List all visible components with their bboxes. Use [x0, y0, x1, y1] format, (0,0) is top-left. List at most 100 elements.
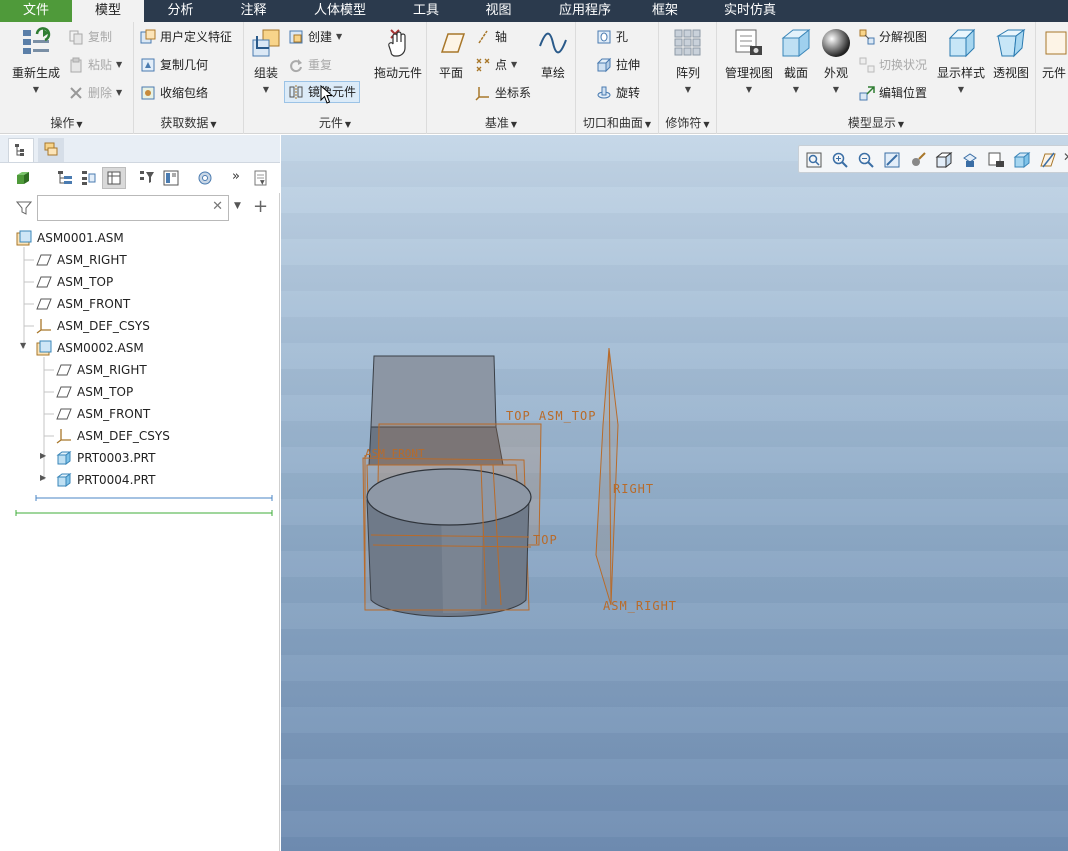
tree-options-icon[interactable]: ▼ [252, 169, 270, 187]
tree-node-sub-asm-front[interactable]: ASM_FRONT [56, 403, 150, 425]
udf-icon [140, 29, 156, 44]
menu-view[interactable]: 视图 [462, 0, 535, 22]
tree-layout-icon[interactable] [162, 169, 180, 187]
expand-arrow-icon[interactable]: ▶ [40, 451, 46, 460]
datum-label-asm-front: ASM_FRONT [365, 447, 425, 460]
shrinkwrap-button[interactable]: 收缩包络 [140, 82, 208, 104]
component-view-icon[interactable] [14, 169, 32, 187]
add-filter-icon[interactable]: + [253, 196, 268, 217]
assemble-button[interactable]: 组装 ▼ [246, 26, 286, 94]
tree-node-asm-top[interactable]: ASM_TOP [36, 271, 113, 293]
sketch-icon [539, 32, 567, 54]
menu-applications[interactable]: 应用程序 [535, 0, 635, 22]
tree-node-sub-asm-right[interactable]: ASM_RIGHT [56, 359, 147, 381]
more-tools-icon[interactable]: » [232, 169, 240, 184]
section-label: 截面 [783, 66, 808, 80]
toggle-state-icon [859, 57, 875, 73]
tree-node-asm0001[interactable]: ASM0001.ASM [16, 227, 124, 249]
group-modifiers-label[interactable]: 修饰符 ▼ [659, 114, 716, 131]
edit-position-button[interactable]: 编辑位置 [859, 82, 927, 104]
tree-columns-button[interactable] [102, 167, 126, 189]
panel-tabs [0, 135, 280, 163]
tree-settings-icon[interactable] [56, 169, 74, 187]
point-icon [476, 58, 490, 72]
menu-annotate[interactable]: 注释 [217, 0, 290, 22]
group-cut-surface-label[interactable]: 切口和曲面 ▼ [576, 114, 658, 131]
drag-components-button[interactable]: 拖动元件 [370, 26, 426, 81]
tree-toolbar: » ▼ [0, 163, 280, 193]
group-model-display: 管理视图 ▼ 截面 ▼ 外观 ▼ 分解视图 切换状况 编辑位置 显示样式 ▼ 透… [717, 22, 1036, 134]
tree-node-prt0003[interactable]: PRT0003.PRT [56, 447, 155, 469]
expand-arrow-icon[interactable]: ▶ [40, 473, 46, 482]
tree-node-asm-right[interactable]: ASM_RIGHT [36, 249, 127, 271]
menu-file[interactable]: 文件 [0, 0, 72, 22]
tree-node-label: ASM_RIGHT [77, 363, 147, 377]
menu-tools[interactable]: 工具 [390, 0, 462, 22]
section-button[interactable]: 截面 ▼ [779, 26, 813, 94]
copy-button[interactable]: 复制 [68, 26, 112, 48]
tree-node-prt0004[interactable]: PRT0004.PRT [56, 469, 155, 491]
datum-point-button[interactable]: 点 ▼ [475, 54, 517, 76]
group-datum-label[interactable]: 基准 ▼ [427, 114, 575, 131]
revolve-button[interactable]: 旋转 [596, 82, 640, 104]
group-component-label[interactable]: 元件 ▼ [244, 114, 426, 131]
tree-node-sub-asm-top[interactable]: ASM_TOP [56, 381, 133, 403]
delete-label: 删除 [88, 86, 113, 100]
tree-node-asm-front[interactable]: ASM_FRONT [36, 293, 130, 315]
tree-node-asm-def-csys[interactable]: ASM_DEF_CSYS [36, 315, 150, 337]
regenerate-button[interactable]: 重新生成 ▼ [8, 26, 64, 94]
menu-framework[interactable]: 框架 [635, 0, 695, 22]
coordinate-system-button[interactable]: 坐标系 [475, 82, 531, 104]
repeat-button[interactable]: 重复 [288, 54, 332, 76]
component-extra-button[interactable]: 元件 [1040, 26, 1068, 81]
axis-icon [478, 30, 488, 44]
mirror-icon [289, 85, 303, 99]
tree-filters-icon[interactable] [80, 169, 98, 187]
part-icon [56, 473, 72, 487]
filter-dropdown-icon[interactable]: ▼ [234, 201, 241, 211]
extrude-button[interactable]: 拉伸 [596, 54, 640, 76]
perspective-button[interactable]: 透视图 [991, 26, 1031, 81]
display-style-button[interactable]: 显示样式 ▼ [935, 26, 987, 94]
explode-view-button[interactable]: 分解视图 [859, 26, 927, 48]
part-icon [56, 451, 72, 465]
group-model-display-label[interactable]: 模型显示 ▼ [717, 114, 1035, 131]
graphics-viewport[interactable]: ✕ TOP ASM_TOP ASM_FRONT RI [281, 135, 1068, 851]
sketch-button[interactable]: 草绘 [535, 26, 571, 81]
settings-gear-icon[interactable] [196, 169, 214, 187]
display-style-cube-icon [948, 28, 976, 58]
menu-model[interactable]: 模型 [72, 0, 144, 22]
tab-layers[interactable] [38, 138, 64, 162]
hole-button[interactable]: 孔 [596, 26, 628, 48]
tree-node-label: ASM_FRONT [77, 407, 151, 421]
tree-node-label: ASM_TOP [57, 275, 114, 289]
udf-button[interactable]: 用户定义特征 [140, 26, 232, 48]
create-button[interactable]: 创建 ▼ [288, 26, 342, 48]
tree-node-sub-asm-def-csys[interactable]: ASM_DEF_CSYS [56, 425, 170, 447]
tab-model-tree[interactable] [8, 138, 34, 162]
menu-analysis[interactable]: 分析 [144, 0, 217, 22]
tree-node-asm0002[interactable]: ASM0002.ASM [36, 337, 144, 359]
datum-label-top-asm-top: TOP ASM_TOP [506, 409, 597, 423]
copy-geometry-button[interactable]: 复制几何 [140, 54, 208, 76]
pattern-button[interactable]: 阵列 ▼ [670, 26, 706, 94]
assembly-icon [36, 340, 52, 356]
show-filter-icon[interactable] [138, 169, 156, 187]
clear-filter-icon[interactable]: ✕ [212, 199, 223, 214]
group-operations-label[interactable]: 操作 ▼ [0, 114, 133, 131]
delete-button[interactable]: 删除 ▼ [68, 82, 122, 104]
collapse-arrow-icon[interactable]: ▼ [20, 341, 26, 350]
filter-input[interactable] [38, 196, 208, 220]
manage-views-button[interactable]: 管理视图 ▼ [721, 26, 777, 94]
menu-manikin[interactable]: 人体模型 [290, 0, 390, 22]
datum-plane-button[interactable]: 平面 [431, 26, 471, 81]
menu-live-simulation[interactable]: 实时仿真 [695, 0, 805, 22]
datum-axis-button[interactable]: 轴 [475, 26, 507, 48]
extrude-label: 拉伸 [616, 58, 641, 72]
chevron-down-icon: ▼ [745, 85, 753, 94]
appearance-button[interactable]: 外观 ▼ [819, 26, 853, 94]
svg-text:▼: ▼ [260, 179, 265, 186]
group-get-data-label[interactable]: 获取数据 ▼ [134, 114, 243, 131]
toggle-state-button[interactable]: 切换状况 [859, 54, 927, 76]
paste-button[interactable]: 粘贴 ▼ [68, 54, 122, 76]
